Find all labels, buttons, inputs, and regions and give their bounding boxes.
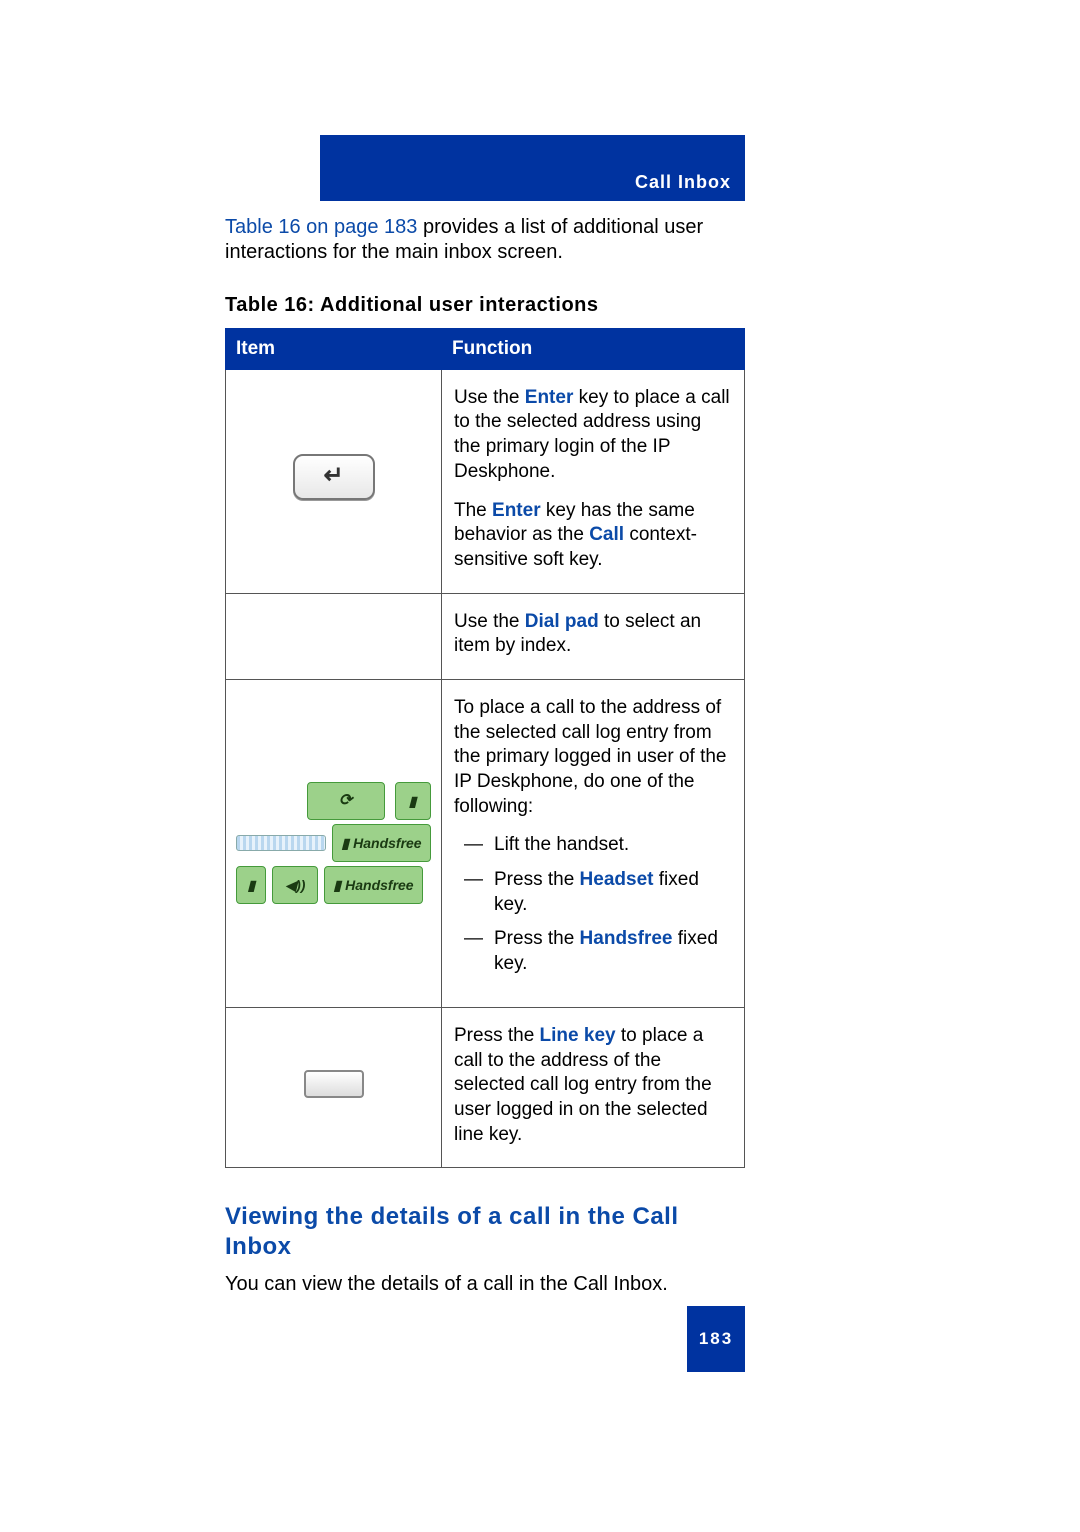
speaker-icon: ◀)) (272, 866, 318, 904)
document-page: Call Inbox Table 16 on page 183 provides… (0, 135, 1080, 1532)
handsfree-label: Handsfree (580, 928, 673, 949)
list-item: Lift the handset. (454, 833, 732, 858)
dialpad-label: Dial pad (525, 611, 599, 632)
headset-icon: ⟳ (307, 782, 385, 820)
function-cell: Use the Dial pad to select an item by in… (442, 593, 745, 679)
table-reference-link[interactable]: Table 16 on page 183 (225, 216, 417, 238)
table-header-row: Item Function (226, 329, 745, 370)
handsfree-button-icon: ▮Handsfree (332, 824, 430, 862)
bar-icon (236, 835, 326, 851)
table-header-function: Function (442, 329, 745, 370)
table-row: ⟳ ▮ ▮Handsfree ▮ ◀)) ▮Handsfree (226, 679, 745, 1007)
section-heading: Viewing the details of a call in the Cal… (225, 1202, 745, 1262)
function-cell: Press the Line key to place a call to th… (442, 1007, 745, 1167)
page-content: Table 16 on page 183 provides a list of … (225, 215, 745, 1297)
text: The (454, 500, 492, 521)
table-row: Use the Dial pad to select an item by in… (226, 593, 745, 679)
enter-key-icon (293, 454, 375, 500)
table-row: Use the Enter key to place a call to the… (226, 369, 745, 593)
item-cell (226, 1007, 442, 1167)
section-body: You can view the details of a call in th… (225, 1272, 745, 1297)
mute-icon: ▮ (395, 782, 431, 820)
text: Press the (454, 1025, 540, 1046)
handsfree-button-icon: ▮Handsfree (324, 866, 422, 904)
header-section-label: Call Inbox (635, 172, 731, 193)
function-cell: To place a call to the address of the se… (442, 679, 745, 1007)
text: To place a call to the address of the se… (454, 696, 732, 819)
handsfree-panel-icon: ⟳ ▮ ▮Handsfree ▮ ◀)) ▮Handsfree (236, 778, 430, 908)
enter-label: Enter (525, 387, 574, 408)
text: Use the (454, 387, 525, 408)
indicator-icon: ▮ (236, 866, 266, 904)
text: Lift the handset. (494, 834, 629, 855)
item-cell (226, 593, 442, 679)
interactions-table: Item Function Use the Enter key to place… (225, 328, 745, 1168)
text: Press the (494, 869, 580, 890)
table-caption: Table 16: Additional user interactions (225, 293, 745, 318)
list-item: Press the Handsfree fixed key. (454, 927, 732, 976)
table-row: Press the Line key to place a call to th… (226, 1007, 745, 1167)
linekey-label: Line key (540, 1025, 616, 1046)
list-item: Press the Headset fixed key. (454, 868, 732, 917)
options-list: Lift the handset. Press the Headset fixe… (454, 833, 732, 976)
text: Use the (454, 611, 525, 632)
text: Press the (494, 928, 580, 949)
intro-paragraph: Table 16 on page 183 provides a list of … (225, 215, 745, 265)
enter-label: Enter (492, 500, 541, 521)
item-cell (226, 369, 442, 593)
page-number: 183 (687, 1306, 745, 1372)
headset-label: Headset (580, 869, 654, 890)
header-band: Call Inbox (320, 135, 745, 201)
call-label: Call (589, 524, 624, 545)
item-cell: ⟳ ▮ ▮Handsfree ▮ ◀)) ▮Handsfree (226, 679, 442, 1007)
function-cell: Use the Enter key to place a call to the… (442, 369, 745, 593)
handsfree-label: Handsfree (353, 834, 421, 852)
table-header-item: Item (226, 329, 442, 370)
handsfree-label: Handsfree (345, 876, 413, 894)
line-key-icon (304, 1070, 364, 1098)
